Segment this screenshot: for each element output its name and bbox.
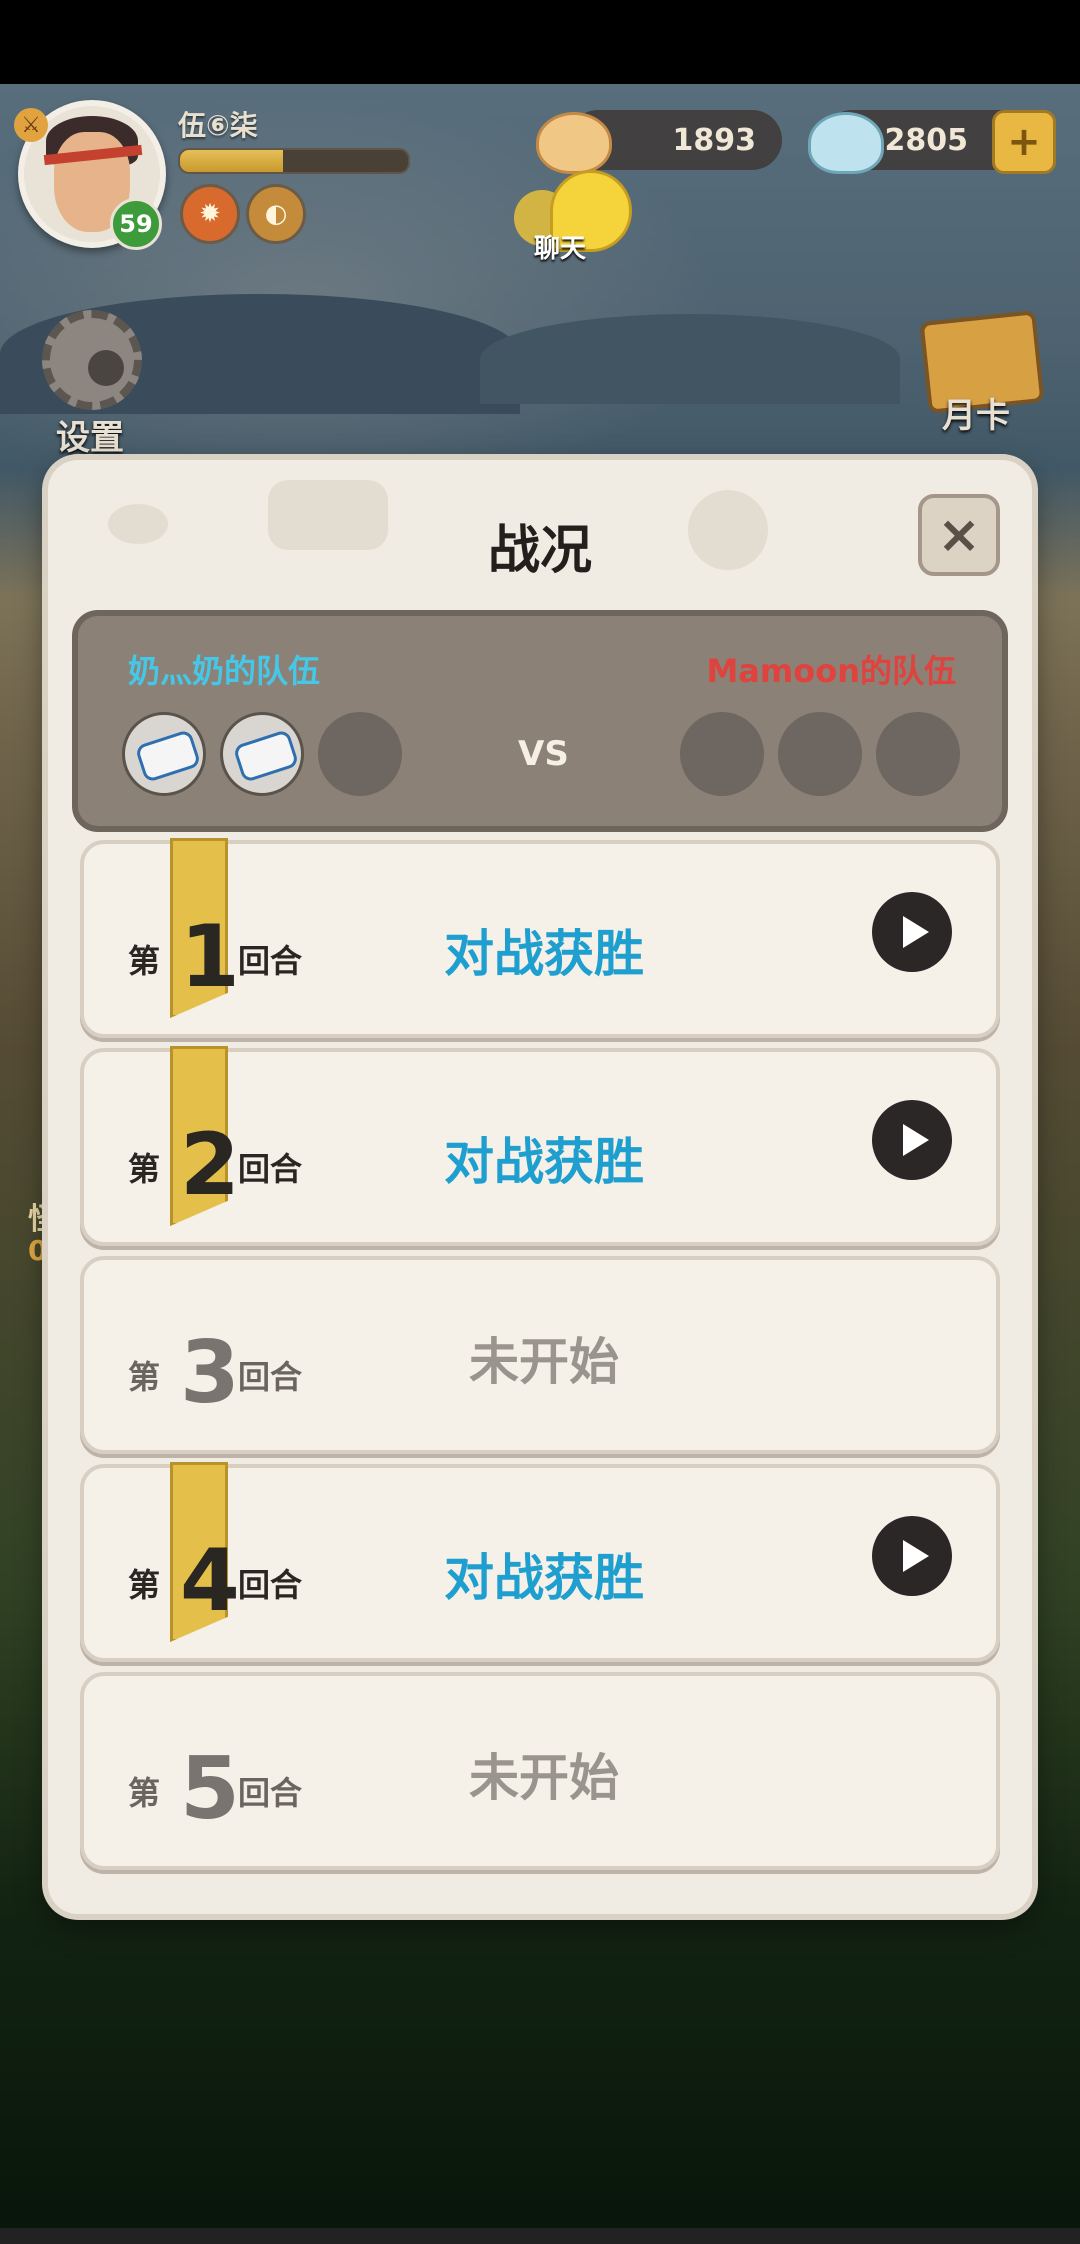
right-team-slot-empty bbox=[680, 712, 764, 796]
replay-button[interactable] bbox=[872, 1100, 952, 1180]
shell-icon bbox=[536, 112, 612, 174]
play-icon bbox=[903, 916, 929, 948]
round-status: 对战获胜 bbox=[444, 925, 644, 983]
vs-label: VS bbox=[518, 734, 569, 774]
shell-count: 1893 bbox=[672, 122, 757, 158]
left-team-slot[interactable] bbox=[220, 712, 304, 796]
medal-icon[interactable]: ◐ bbox=[246, 184, 306, 244]
guild-flag-icon[interactable]: ⚔ bbox=[14, 108, 48, 142]
settings-button[interactable]: 设置 bbox=[36, 310, 148, 458]
round-row: 第 3 回合 未开始 bbox=[80, 1256, 1000, 1454]
close-button[interactable]: × bbox=[918, 494, 1000, 576]
close-icon: × bbox=[937, 505, 981, 565]
play-icon bbox=[903, 1540, 929, 1572]
round-status: 未开始 bbox=[469, 1749, 619, 1807]
battle-status-dialog: 战况 × 奶灬奶的队伍 Mamoon的队伍 VS 第 1 回合 对战获胜 第 2… bbox=[48, 460, 1032, 1914]
match-summary-panel: 奶灬奶的队伍 Mamoon的队伍 VS bbox=[72, 610, 1008, 832]
left-team-name: 奶灬奶的队伍 bbox=[128, 652, 321, 690]
round-status: 未开始 bbox=[469, 1333, 619, 1391]
xp-bar-fill bbox=[180, 150, 283, 172]
round-row: 第 5 回合 未开始 bbox=[80, 1672, 1000, 1870]
level-badge: 59 bbox=[110, 198, 162, 250]
month-card-button[interactable]: 月卡 bbox=[919, 310, 1045, 436]
round-status: 对战获胜 bbox=[444, 1133, 644, 1191]
right-team-name: Mamoon的队伍 bbox=[706, 652, 956, 690]
add-gems-button[interactable]: + bbox=[992, 110, 1056, 174]
gear-icon bbox=[42, 310, 142, 410]
replay-button[interactable] bbox=[872, 1516, 952, 1596]
round-row: 第 4 回合 对战获胜 bbox=[80, 1462, 1000, 1662]
chat-button[interactable]: 聊天 bbox=[514, 170, 634, 264]
plus-icon: + bbox=[1007, 119, 1041, 165]
gem-icon bbox=[808, 112, 884, 174]
nav-bar bbox=[0, 2228, 1080, 2244]
status-bar bbox=[0, 0, 1080, 84]
dialog-title: 战况 bbox=[487, 521, 592, 581]
left-team-slot[interactable] bbox=[122, 712, 206, 796]
settings-label: 设置 bbox=[56, 418, 124, 458]
round-row: 第 1 回合 对战获胜 bbox=[80, 838, 1000, 1038]
play-icon bbox=[903, 1124, 929, 1156]
right-team-slot-empty bbox=[876, 712, 960, 796]
xp-bar bbox=[178, 148, 410, 174]
replay-button[interactable] bbox=[872, 892, 952, 972]
right-team-slot-empty bbox=[778, 712, 862, 796]
round-status: 对战获胜 bbox=[444, 1549, 644, 1607]
side-menu-number: 0 bbox=[28, 1234, 48, 1267]
gem-count: 2805 bbox=[884, 122, 969, 158]
round-row: 第 2 回合 对战获胜 bbox=[80, 1046, 1000, 1246]
player-name: 伍⑥柒 bbox=[178, 109, 258, 142]
medal-icon[interactable]: ✹ bbox=[180, 184, 240, 244]
chat-label: 聊天 bbox=[534, 234, 587, 264]
month-card-label: 月卡 bbox=[942, 396, 1010, 436]
left-team-slot-empty bbox=[318, 712, 402, 796]
